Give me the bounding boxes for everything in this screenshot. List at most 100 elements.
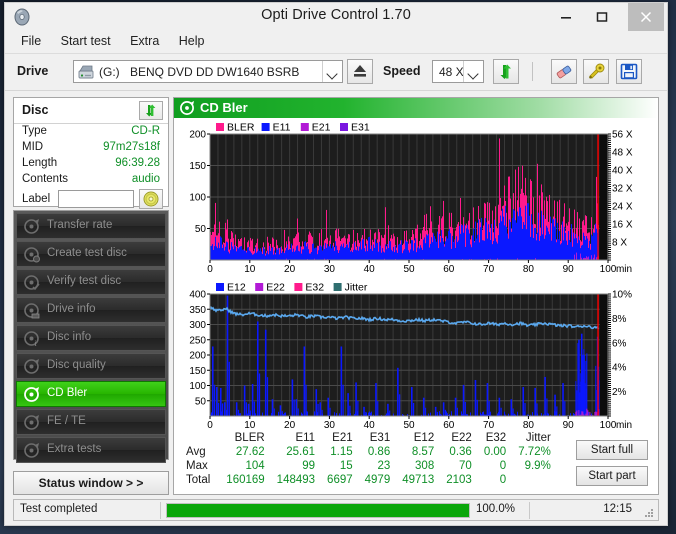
- svg-text:60: 60: [443, 264, 455, 275]
- sidebar-item-fe-te[interactable]: FE / TE: [16, 409, 166, 435]
- svg-text:E22: E22: [266, 282, 285, 294]
- cd-disc-icon: [143, 191, 159, 207]
- cell: 27.62: [235, 446, 265, 458]
- disc-row-key: Type: [22, 125, 47, 137]
- sidebar-item-create-test-disc[interactable]: Create test disc: [16, 241, 166, 267]
- refresh-button[interactable]: [493, 59, 519, 84]
- refresh-arrows-icon: [146, 104, 156, 117]
- table-row: Max 104 99 15 23 308 70 0 9.9%: [184, 459, 557, 473]
- table-row: Total 160169 148493 6697 4979 49713 2103…: [184, 473, 557, 487]
- disc-label-key: Label: [22, 193, 51, 205]
- menu-item-help[interactable]: Help: [173, 31, 214, 51]
- minimize-button[interactable]: [548, 3, 584, 31]
- cell: 0.86: [367, 446, 391, 458]
- disc-verify-icon: [23, 274, 40, 291]
- toolbar: Drive (G:) BENQ DVD DD DW1640 BSRB Speed: [5, 54, 667, 91]
- cell: 99: [302, 460, 316, 472]
- disc-burn-icon: [23, 246, 40, 263]
- sidebar-item-label: Disc quality: [47, 359, 106, 371]
- svg-text:E11: E11: [273, 122, 291, 134]
- content-area: Disc Type CD-R MID 97m27s18f Length 96:3…: [5, 89, 667, 525]
- cell: 308: [415, 460, 435, 472]
- svg-text:E32: E32: [305, 282, 324, 294]
- cell: 7.72%: [518, 446, 551, 458]
- maximize-button[interactable]: [584, 3, 620, 31]
- speed-value: 48 X: [439, 65, 464, 79]
- drive-icon: [77, 63, 95, 81]
- app-window: Opti Drive Control 1.70 File Start test …: [4, 2, 668, 526]
- close-button[interactable]: [628, 3, 664, 31]
- drive-select[interactable]: (G:) BENQ DVD DD DW1640 BSRB: [73, 60, 343, 83]
- svg-text:250: 250: [189, 335, 206, 346]
- status-bar: Test completed 100.0% 12:15: [13, 499, 659, 521]
- sidebar-item-label: CD Bler: [47, 387, 88, 399]
- svg-text:50: 50: [195, 396, 207, 407]
- sidebar-item-extra-tests[interactable]: Extra tests: [16, 437, 166, 463]
- sidebar-item-verify-test-disc[interactable]: Verify test disc: [16, 269, 166, 295]
- chevron-down-icon[interactable]: [463, 61, 483, 82]
- cd-bler-e12-chart[interactable]: E12 E22 E32 Jitter 50 100 150 200 250 300 350 400 0 1…: [174, 278, 658, 434]
- svg-text:6%: 6%: [612, 338, 627, 349]
- cell: 148493: [276, 474, 316, 486]
- sidebar-item-cd-bler[interactable]: CD Bler: [16, 381, 166, 407]
- sidebar-item-transfer-rate[interactable]: Transfer rate: [16, 213, 166, 239]
- disc-refresh-button[interactable]: [139, 101, 163, 120]
- chevron-down-icon[interactable]: [322, 61, 342, 82]
- svg-text:50: 50: [195, 224, 207, 235]
- svg-text:Jitter: Jitter: [345, 282, 368, 294]
- cell: 0.36: [449, 446, 472, 458]
- cell: 25.61: [286, 446, 316, 458]
- stats-corner: [184, 430, 220, 445]
- disc-row-value: audio: [131, 173, 160, 185]
- column-header: E21: [332, 431, 353, 444]
- nav-list: Transfer rate Create test disc Verify te…: [13, 210, 169, 463]
- cell: 6697: [327, 474, 353, 486]
- save-button[interactable]: [616, 59, 642, 84]
- svg-text:32 X: 32 X: [612, 184, 633, 195]
- disc-label-button[interactable]: [139, 189, 163, 209]
- column-header: E22: [451, 431, 472, 444]
- sidebar-item-label: Create test disc: [47, 247, 127, 259]
- menu-item-extra[interactable]: Extra: [124, 31, 168, 51]
- column-header: E31: [369, 431, 391, 444]
- sidebar-item-label: FE / TE: [47, 415, 86, 427]
- drive-letter: (G:): [99, 65, 120, 79]
- menu-bar: File Start test Extra Help: [5, 31, 667, 54]
- status-window-button[interactable]: Status window > >: [13, 471, 169, 495]
- speed-select[interactable]: 48 X: [432, 60, 484, 83]
- svg-text:8 X: 8 X: [612, 238, 627, 249]
- sidebar-item-disc-info[interactable]: i Disc info: [16, 325, 166, 351]
- disc-row-value: CD-R: [131, 125, 160, 137]
- cell: 160169: [226, 474, 265, 486]
- tools-button[interactable]: [583, 59, 609, 84]
- title-bar: Opti Drive Control 1.70: [5, 3, 667, 31]
- erase-button[interactable]: [551, 59, 577, 84]
- disc-row-contents: Contents audio: [14, 172, 168, 188]
- menu-item-start-test[interactable]: Start test: [55, 31, 120, 51]
- svg-text:min: min: [616, 264, 632, 275]
- menu-item-file[interactable]: File: [15, 31, 50, 51]
- disc-label-input[interactable]: [58, 190, 134, 208]
- drive-label: Drive: [17, 64, 49, 78]
- sidebar-item-drive-info[interactable]: Drive info: [16, 297, 166, 323]
- disc-info-icon: i: [23, 330, 40, 348]
- cd-bler-chart[interactable]: BLER E11 E21 E31 50 100 150 200 0 10 20 30 40 50 60 70 8…: [174, 118, 658, 278]
- refresh-arrows-icon: [500, 64, 511, 79]
- disc-row-value: 96:39.28: [115, 157, 160, 169]
- svg-text:300: 300: [189, 320, 206, 331]
- status-text: Test completed: [20, 503, 98, 515]
- progress-percent: 100.0%: [476, 503, 516, 515]
- svg-text:400: 400: [189, 290, 206, 301]
- cell: 8.57: [411, 446, 435, 458]
- resize-grip-icon[interactable]: [643, 506, 655, 518]
- start-full-button[interactable]: Start full: [576, 440, 648, 460]
- sidebar-item-disc-quality[interactable]: Disc quality: [16, 353, 166, 379]
- start-part-button[interactable]: Start part: [576, 466, 648, 486]
- svg-text:90: 90: [563, 264, 575, 275]
- eject-button[interactable]: [347, 59, 373, 84]
- column-header: BLER: [234, 431, 265, 444]
- cell: 70: [459, 460, 472, 472]
- disc-bler-icon: [179, 100, 195, 116]
- disc-fete-icon: [23, 414, 40, 431]
- cell: 9.9%: [524, 460, 551, 472]
